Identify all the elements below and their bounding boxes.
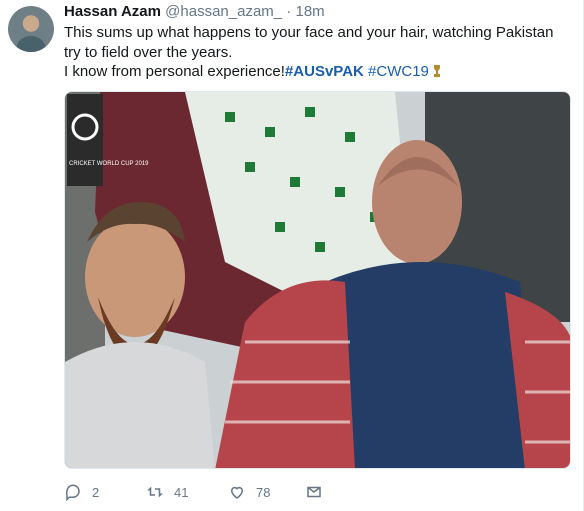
hashtag-cwc19[interactable]: #CWC19 [368, 63, 429, 80]
retweet-icon [147, 486, 163, 498]
hashtag-ausvpak[interactable]: #AUSvPAK [285, 63, 364, 80]
avatar[interactable] [8, 6, 54, 52]
author-handle[interactable]: @hassan_azam_ [165, 3, 282, 20]
retweet-count: 41 [174, 484, 189, 500]
tweet-time[interactable]: 18m [295, 3, 324, 20]
author-name[interactable]: Hassan Azam [64, 3, 161, 20]
tweet-text: This sums up what happens to your face a… [64, 23, 564, 82]
avatar-shirt [16, 36, 46, 52]
tweet-line-1: This sums up what happens to your face a… [64, 24, 554, 61]
photo-illustration: CRICKET WORLD CUP 2019 [65, 92, 570, 468]
photo-logo-text: CRICKET WORLD CUP 2019 [69, 161, 149, 167]
trophy-icon [433, 65, 440, 77]
tweet-line-2: I know from personal experience!#AUSvPAK… [64, 62, 564, 82]
message-icon [307, 486, 321, 498]
like-count: 78 [256, 484, 271, 500]
like-action[interactable]: 78 [228, 483, 270, 501]
like-icon [230, 486, 244, 499]
tweet-photo[interactable]: CRICKET WORLD CUP 2019 [64, 91, 571, 469]
message-action[interactable] [305, 483, 333, 501]
tweet-line-2-text: I know from personal experience! [64, 63, 285, 80]
tweet-card[interactable]: Hassan Azam @hassan_azam_ · 18m This sum… [0, 0, 584, 511]
reply-count: 2 [92, 484, 100, 500]
retweet-action[interactable]: 41 [146, 483, 188, 501]
tweet-header: Hassan Azam @hassan_azam_ · 18m [64, 3, 325, 20]
separator-dot: · [286, 3, 292, 20]
reply-action[interactable]: 2 [64, 483, 99, 501]
reply-icon [65, 484, 80, 501]
tweet-actions: 2 41 78 [64, 483, 364, 505]
